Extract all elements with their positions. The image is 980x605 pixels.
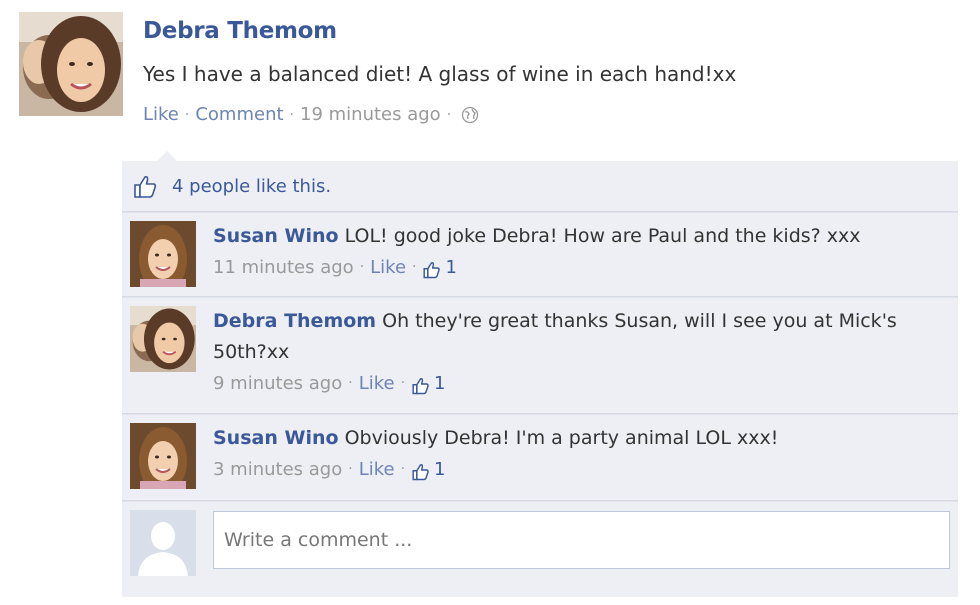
commenter-avatar[interactable] bbox=[130, 306, 196, 372]
separator-dot: · bbox=[184, 106, 190, 123]
comment-meta: 11 minutes ago · Like · 1 bbox=[213, 252, 943, 283]
thumbs-up-icon[interactable] bbox=[422, 258, 441, 279]
comment-item: Debra Themom Oh they're great thanks Sus… bbox=[122, 298, 958, 413]
commenter-name[interactable]: Susan Wino bbox=[213, 427, 339, 449]
comment-timestamp[interactable]: 9 minutes ago bbox=[213, 368, 342, 399]
separator-dot: · bbox=[412, 259, 417, 275]
comments-caret bbox=[157, 151, 177, 161]
comment-like-count[interactable]: 1 bbox=[445, 252, 456, 283]
comment-meta: 3 minutes ago · Like · 1 bbox=[213, 454, 943, 485]
separator-dot: · bbox=[289, 106, 294, 123]
thumbs-up-icon[interactable] bbox=[411, 374, 430, 395]
post-like-link[interactable]: Like bbox=[143, 104, 179, 125]
post-actions: Like · Comment · 19 minutes ago · bbox=[143, 104, 479, 125]
separator-dot: · bbox=[348, 375, 353, 391]
comment-content: Susan Wino LOL! good joke Debra! How are… bbox=[213, 221, 943, 252]
comment-item: Susan Wino LOL! good joke Debra! How are… bbox=[122, 213, 958, 296]
post-text: Yes I have a balanced diet! A glass of w… bbox=[143, 62, 737, 86]
post-author-name[interactable]: Debra Themom bbox=[143, 18, 337, 44]
globe-icon[interactable] bbox=[461, 106, 479, 124]
comments-section: 4 people like this. Susan Wino LOL! good… bbox=[122, 161, 958, 597]
comment-content: Susan Wino Obviously Debra! I'm a party … bbox=[213, 423, 943, 454]
user-avatar-placeholder bbox=[130, 510, 196, 576]
comment-text: LOL! good joke Debra! How are Paul and t… bbox=[344, 225, 861, 247]
post-timestamp[interactable]: 19 minutes ago bbox=[300, 104, 441, 125]
comment-text: Obviously Debra! I'm a party animal LOL … bbox=[344, 427, 779, 449]
comment-item: Susan Wino Obviously Debra! I'm a party … bbox=[122, 415, 958, 500]
comment-like-link[interactable]: Like bbox=[370, 252, 406, 283]
comment-timestamp[interactable]: 3 minutes ago bbox=[213, 454, 342, 485]
comment-like-link[interactable]: Like bbox=[359, 454, 395, 485]
commenter-name[interactable]: Susan Wino bbox=[213, 225, 339, 247]
thumbs-up-icon[interactable] bbox=[411, 460, 430, 481]
separator-dot: · bbox=[359, 259, 365, 275]
post-author-avatar[interactable] bbox=[19, 12, 123, 116]
comment-like-count[interactable]: 1 bbox=[434, 454, 445, 485]
commenter-name[interactable]: Debra Themom bbox=[213, 310, 376, 332]
separator-dot: · bbox=[400, 461, 406, 477]
comment-timestamp[interactable]: 11 minutes ago bbox=[213, 252, 354, 283]
likes-summary[interactable]: 4 people like this. bbox=[122, 161, 958, 211]
post-comment-link[interactable]: Comment bbox=[195, 104, 283, 125]
comment-composer bbox=[122, 504, 958, 597]
thumbs-up-icon bbox=[132, 173, 158, 199]
comment-content: Debra Themom Oh they're great thanks Sus… bbox=[213, 306, 943, 368]
separator-dot: · bbox=[400, 375, 406, 391]
commenter-avatar[interactable] bbox=[130, 221, 196, 287]
separator-dot: · bbox=[348, 461, 353, 477]
separator-dot: · bbox=[446, 106, 452, 123]
commenter-avatar[interactable] bbox=[130, 423, 196, 489]
comment-like-link[interactable]: Like bbox=[359, 368, 395, 399]
comment-input[interactable] bbox=[213, 511, 950, 569]
likes-count-text[interactable]: 4 people like this. bbox=[172, 176, 331, 197]
divider bbox=[122, 500, 958, 502]
comment-meta: 9 minutes ago · Like · 1 bbox=[213, 368, 943, 399]
comment-like-count[interactable]: 1 bbox=[434, 368, 445, 399]
